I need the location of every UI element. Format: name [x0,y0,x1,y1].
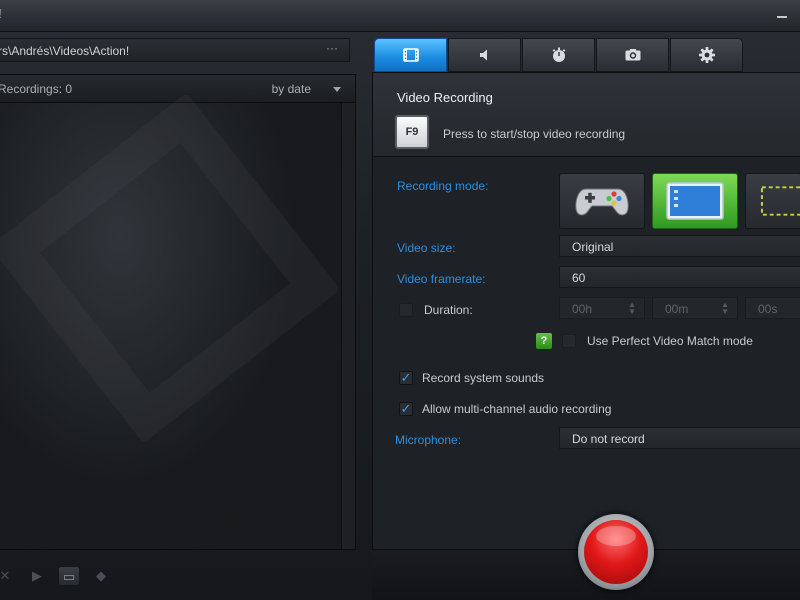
delete-icon[interactable]: ✕ [0,566,16,586]
microphone-label: Microphone: [395,433,462,447]
multichannel-audio-label: Allow multi-channel audio recording [422,402,612,416]
region-icon [760,186,800,216]
stopwatch-icon [552,47,565,62]
framerate-dropdown[interactable]: 60 [559,266,800,288]
duration-minutes-stepper[interactable]: 00m ▲ ▼ [652,297,738,319]
mode-game-button[interactable] [559,173,645,229]
window-title: ! [0,6,2,21]
recording-mode-label: Recording mode: [397,179,489,193]
mode-desktop-button[interactable] [652,173,738,229]
recordings-area [0,92,342,549]
framerate-label: Video framerate: [397,272,486,286]
section-title: Video Recording [397,90,493,105]
speaker-icon [479,49,487,61]
tab-screenshot[interactable] [596,38,669,72]
hotkey-button[interactable]: F9 [395,115,429,149]
gear-icon [698,47,715,63]
duration-label: Duration: [424,303,473,317]
record-system-sounds-label: Record system sounds [422,371,545,385]
perfect-match-label: Use Perfect Video Match mode [587,334,753,348]
camera-icon [625,49,640,61]
duration-hours-stepper[interactable]: 00h ▲ ▼ [559,297,645,319]
recordings-list[interactable]: Recordings: 0 by date [0,74,356,550]
video-size-label: Video size: [397,241,456,255]
hotkey-description: Press to start/stop video recording [443,127,626,141]
duration-seconds-stepper[interactable]: 00s [745,297,800,319]
duration-checkbox[interactable] [399,303,413,317]
microphone-dropdown[interactable]: Do not record [559,427,800,449]
recordings-scrollbar[interactable] [341,103,355,549]
title-bar: ! [0,0,800,32]
duration-hours-value: 00h [572,302,593,316]
recordings-count: Recordings: 0 [0,82,73,96]
record-system-sounds-checkbox[interactable]: ✓ [399,371,413,385]
record-button[interactable] [578,514,654,590]
multichannel-audio-checkbox[interactable]: ✓ [399,402,413,416]
film-watermark-icon [0,92,341,444]
chevron-down-icon[interactable] [333,87,341,92]
stepper-arrows-icon[interactable]: ▲ ▼ [721,301,729,316]
play-icon[interactable]: ▶ [26,566,48,586]
panel-header: Video Recording F9 Press to start/stop v… [373,73,800,157]
recordings-toolbar: ✕ ▶ ▭ ◆ [0,560,356,592]
desktop-icon [666,182,724,220]
tab-benchmark[interactable] [522,38,595,72]
tab-audio[interactable] [448,38,521,72]
film-icon [402,48,419,62]
folder-icon[interactable]: ▭ [58,566,80,586]
sort-dropdown[interactable]: by date [272,82,311,96]
stepper-arrows-icon[interactable]: ▲ ▼ [628,301,636,316]
browse-folder-button[interactable]: ··· [319,42,345,59]
output-path-bar: rs\Andrés\Videos\Action! ··· [0,38,350,62]
video-size-dropdown[interactable]: Original [559,235,800,257]
tab-settings[interactable] [670,38,743,72]
perfect-match-checkbox[interactable] [562,334,576,348]
duration-seconds-value: 00s [758,302,778,316]
gamepad-icon [575,188,629,216]
tab-video[interactable] [374,38,447,72]
output-path: rs\Andrés\Videos\Action! [0,44,130,58]
help-icon[interactable]: ? [536,333,552,349]
upload-icon[interactable]: ◆ [90,566,112,586]
duration-minutes-value: 00m [665,302,689,316]
main-tabs [374,38,746,72]
minimize-icon[interactable] [774,8,790,20]
video-recording-panel: Video Recording F9 Press to start/stop v… [372,72,800,550]
mode-region-button[interactable] [745,173,800,229]
record-icon [584,520,648,584]
